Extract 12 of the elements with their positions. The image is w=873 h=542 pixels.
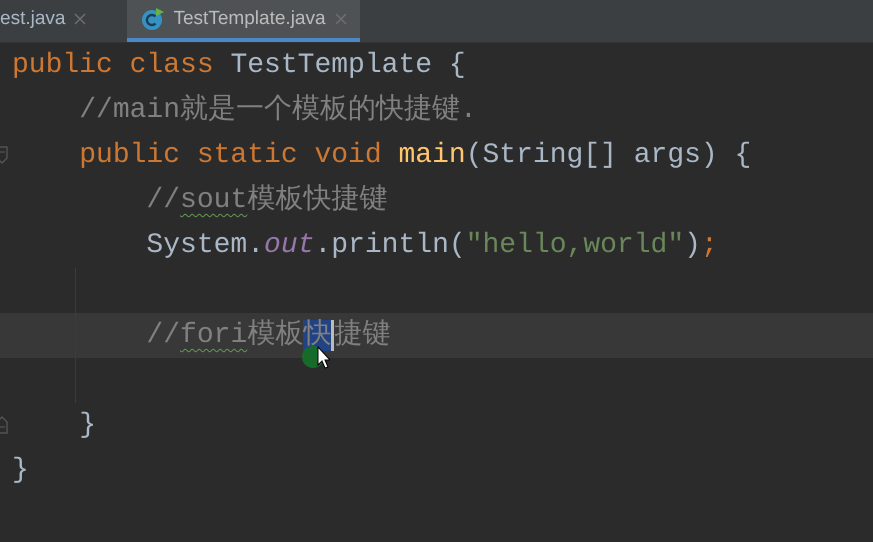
- code-line: }: [78, 409, 96, 443]
- editor-tab[interactable]: est.java: [0, 0, 100, 42]
- code-line: //main就是一个模板的快捷键.: [78, 93, 477, 128]
- code-line: System.out.println("hello,world");: [145, 229, 718, 263]
- editor-tab[interactable]: TestTemplate.java: [127, 0, 360, 42]
- code-line: }: [12, 454, 29, 488]
- mouse-pointer-icon: [302, 346, 330, 369]
- code-line: public static void main(String[] args) {: [78, 139, 752, 173]
- code-line: //sout模板快捷键: [145, 183, 388, 218]
- close-icon[interactable]: [334, 12, 348, 26]
- close-icon[interactable]: [73, 12, 88, 26]
- code-line: public class TestTemplate {: [12, 49, 466, 83]
